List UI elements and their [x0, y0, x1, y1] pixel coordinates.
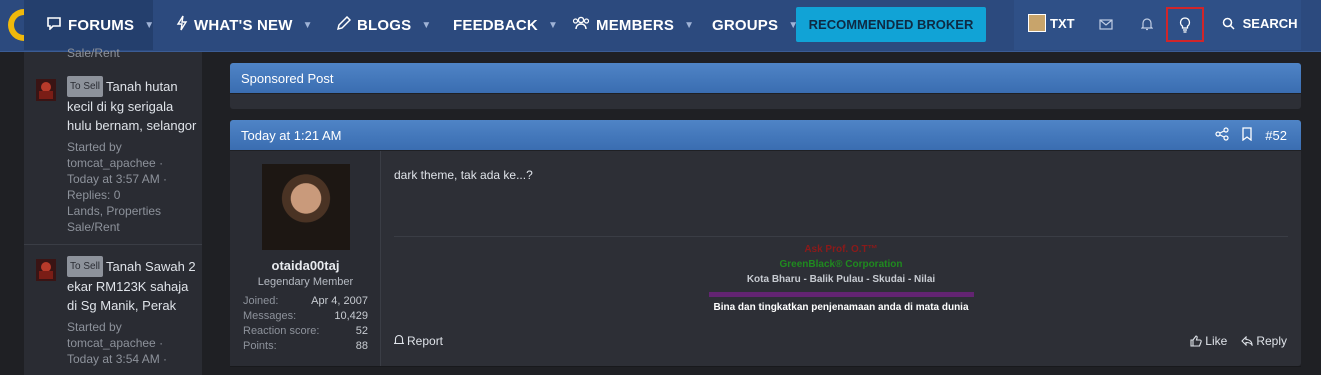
author-title: Legendary Member — [257, 276, 354, 288]
search-label: SEARCH — [1242, 16, 1298, 31]
stat-row: Joined: Apr 4, 2007 — [243, 295, 368, 307]
recommended-broker-button[interactable]: RECOMMENDED BROKER — [796, 7, 986, 42]
nav-groups[interactable]: GROUPS ▼ — [712, 0, 798, 50]
thread-meta: Started by tomcat_apachee · Today at 3:5… — [67, 320, 168, 366]
sponsored-post-body — [230, 94, 1301, 109]
prefix-badge: To Sell — [67, 256, 104, 277]
post-bottom-edge — [230, 366, 1301, 367]
signature-line: GreenBlack® Corporation — [779, 259, 903, 270]
post-timestamp[interactable]: Today at 1:21 AM — [241, 128, 341, 143]
nav-whats-new-label: WHAT'S NEW — [194, 16, 293, 34]
report-button[interactable]: Report — [393, 334, 444, 349]
reply-icon — [1241, 335, 1253, 349]
user-menu-label[interactable]: TXT — [1050, 16, 1075, 31]
sponsored-post-header: Sponsored Post — [230, 63, 1301, 93]
nav-forums[interactable]: FORUMS ▼ — [24, 0, 154, 50]
post-message: dark theme, tak ada ke...? — [394, 168, 533, 182]
bolt-icon — [176, 15, 188, 35]
thread-meta: Started by tomcat_apachee · Today at 3:5… — [67, 140, 168, 234]
chevron-down-icon[interactable]: ▼ — [684, 20, 694, 31]
thread-title[interactable]: To Sell Tanah hutan kecil di kg serigala … — [67, 76, 197, 135]
search-button[interactable]: SEARCH — [1222, 16, 1298, 33]
avatar[interactable] — [262, 164, 350, 250]
like-button[interactable]: Like — [1190, 334, 1227, 350]
top-navigation: FORUMS ▼ WHAT'S NEW ▼ BLOGS ▼ FEEDBACK ▼… — [0, 0, 1321, 52]
report-label: Report — [407, 334, 444, 348]
stat-row: Points: 88 — [243, 340, 368, 352]
share-icon[interactable] — [1215, 127, 1229, 144]
chevron-down-icon[interactable]: ▼ — [144, 20, 154, 31]
signature-line: Bina dan tingkatkan penjenamaan anda di … — [713, 302, 969, 313]
signature: Ask Prof. O.T™ GreenBlack® Corporation K… — [394, 242, 1288, 315]
thread-forum-fragment: Sale/Rent — [67, 46, 120, 60]
chevron-down-icon[interactable]: ▼ — [548, 20, 558, 31]
prefix-badge: To Sell — [67, 76, 104, 97]
avatar[interactable] — [36, 79, 56, 101]
latest-threads-sidebar: Sale/Rent To Sell Tanah hutan kecil di kg… — [24, 46, 202, 375]
thread-title[interactable]: To Sell Tanah Sawah 2 ekar RM123K sahaja … — [67, 256, 197, 315]
author-stats: Joined: Apr 4, 2007 Messages: 10,429 React… — [243, 294, 368, 354]
stat-row: Messages: 10,429 — [243, 310, 368, 322]
bell-icon[interactable] — [1137, 14, 1157, 34]
chevron-down-icon[interactable]: ▼ — [303, 20, 313, 31]
signature-line: Ask Prof. O.T™ — [804, 244, 878, 255]
nav-groups-label: GROUPS — [712, 16, 779, 34]
post-author-panel: otaida00taj Legendary Member Joined: Apr … — [230, 151, 381, 366]
divider — [24, 244, 202, 245]
post-number-link[interactable]: #52 — [1265, 128, 1287, 143]
nav-blogs-label: BLOGS — [357, 16, 412, 34]
nav-members-label: MEMBERS — [596, 16, 675, 34]
user-avatar[interactable] — [1028, 14, 1046, 32]
author-username[interactable]: otaida00taj — [230, 258, 381, 273]
signature-divider — [394, 236, 1288, 237]
post-reactions: Like Reply — [1190, 334, 1287, 350]
lightbulb-icon[interactable] — [1166, 7, 1204, 42]
users-icon — [572, 16, 590, 34]
bell-icon — [393, 334, 405, 349]
avatar[interactable] — [36, 259, 56, 281]
nav-feedback[interactable]: FEEDBACK ▼ — [453, 0, 558, 50]
post-header-actions: #52 — [1215, 127, 1287, 144]
nav-blogs[interactable]: BLOGS ▼ — [336, 0, 431, 50]
sponsored-post-title: Sponsored Post — [241, 70, 334, 86]
signature-line: Kota Bharu - Balik Pulau - Skudai - Nila… — [746, 274, 936, 285]
post-header: Today at 1:21 AM #52 — [230, 120, 1301, 150]
nav-forums-label: FORUMS — [68, 16, 135, 34]
nav-members[interactable]: MEMBERS ▼ — [572, 0, 694, 50]
reply-button[interactable]: Reply — [1241, 334, 1287, 350]
nav-feedback-label: FEEDBACK — [453, 16, 538, 34]
envelope-icon[interactable] — [1096, 14, 1116, 34]
pencil-icon — [336, 15, 352, 35]
signature-link-line[interactable] — [708, 292, 974, 297]
nav-whats-new[interactable]: WHAT'S NEW ▼ — [176, 0, 313, 50]
stat-row: Reaction score: 52 — [243, 325, 368, 337]
thumbs-up-icon — [1190, 335, 1203, 350]
post-body: otaida00taj Legendary Member Joined: Apr … — [230, 151, 1301, 366]
chat-bubble-icon — [46, 16, 62, 34]
bookmark-icon[interactable] — [1241, 127, 1253, 144]
search-icon — [1222, 17, 1235, 33]
chevron-down-icon[interactable]: ▼ — [421, 20, 431, 31]
